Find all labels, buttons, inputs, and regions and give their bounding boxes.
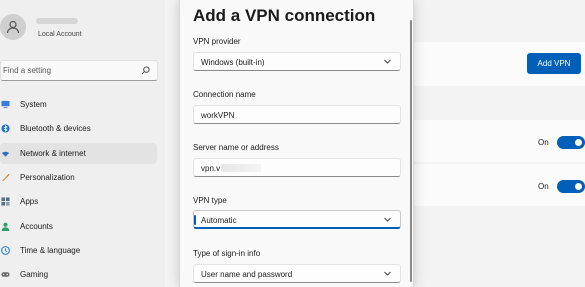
sidebar-item-personalization[interactable]: Personalization [0, 167, 157, 188]
dialog-scrollbar[interactable] [410, 20, 412, 282]
search-placeholder: Find a setting [3, 66, 52, 75]
avatar[interactable] [0, 14, 26, 40]
monitor-icon [1, 100, 10, 109]
connection-name-input[interactable]: workVPN [193, 105, 401, 124]
sign-in-type-value: User name and password [201, 270, 293, 279]
sign-in-type-select[interactable]: User name and password [193, 264, 401, 283]
vpn-over-metered-toggle[interactable] [557, 136, 585, 149]
search-icon[interactable] [141, 66, 150, 75]
toggle-knob [575, 183, 582, 190]
settings-search-input[interactable]: Find a setting [0, 60, 158, 81]
focus-indicator [194, 215, 196, 225]
sign-in-type-label: Type of sign-in info [193, 249, 261, 258]
vpn-provider-value: Windows (built-in) [201, 58, 265, 67]
sidebar-item-label: Gaming [20, 270, 49, 279]
apps-icon [1, 197, 10, 206]
brush-icon [1, 173, 10, 182]
chevron-down-icon [384, 59, 391, 64]
account-type-label: Local Account [38, 31, 82, 38]
person-icon [6, 20, 20, 34]
sidebar-item-time-language[interactable]: Time & language [0, 240, 157, 261]
toggle-state-label: On [538, 182, 549, 191]
sidebar-item-network[interactable]: Network & internet [0, 143, 157, 164]
chevron-down-icon [384, 271, 391, 276]
bluetooth-icon [1, 124, 10, 133]
settings-sidebar: Local Account Find a setting System Blue… [0, 0, 165, 287]
chevron-down-icon [384, 217, 391, 222]
sidebar-item-bluetooth[interactable]: Bluetooth & devices [0, 118, 157, 139]
sidebar-item-label: Personalization [20, 173, 75, 182]
toggle-state-label: On [538, 138, 549, 147]
globe-clock-icon [1, 246, 10, 255]
vpn-provider-select[interactable]: Windows (built-in) [193, 52, 401, 71]
sidebar-item-label: Network & internet [20, 149, 86, 158]
sidebar-item-accounts[interactable]: Accounts [0, 216, 157, 237]
server-address-input[interactable]: vpn.v [193, 158, 401, 177]
dialog-title: Add a VPN connection [193, 6, 376, 25]
vpn-provider-label: VPN provider [193, 37, 241, 46]
vpn-type-label: VPN type [193, 196, 227, 205]
vpn-while-roaming-toggle[interactable] [557, 180, 585, 193]
gamepad-icon [1, 272, 10, 277]
server-address-value: vpn.v [201, 164, 221, 173]
connection-name-label: Connection name [193, 90, 256, 99]
add-vpn-dialog: Add a VPN connection VPN provider Window… [179, 0, 414, 287]
blurred-user-name [36, 18, 78, 24]
sidebar-item-system[interactable]: System [0, 94, 157, 115]
sidebar-item-gaming[interactable]: Gaming [0, 264, 157, 285]
toggle-knob [575, 139, 582, 146]
redacted-server-suffix [221, 164, 262, 172]
wifi-icon [1, 151, 10, 157]
sidebar-item-label: System [20, 100, 47, 109]
add-vpn-button[interactable]: Add VPN [527, 53, 581, 74]
person-icon [1, 222, 10, 231]
server-address-text: vpn.v [201, 164, 262, 173]
sidebar-item-apps[interactable]: Apps [0, 191, 157, 212]
sidebar-item-label: Apps [20, 197, 39, 206]
sidebar-item-label: Accounts [20, 222, 53, 231]
vpn-type-value: Automatic [201, 216, 237, 225]
sidebar-item-label: Bluetooth & devices [20, 124, 91, 133]
sidebar-item-label: Time & language [20, 246, 81, 255]
vpn-type-select[interactable]: Automatic [193, 210, 401, 229]
connection-name-value: workVPN [201, 111, 235, 120]
server-address-label: Server name or address [193, 143, 279, 152]
